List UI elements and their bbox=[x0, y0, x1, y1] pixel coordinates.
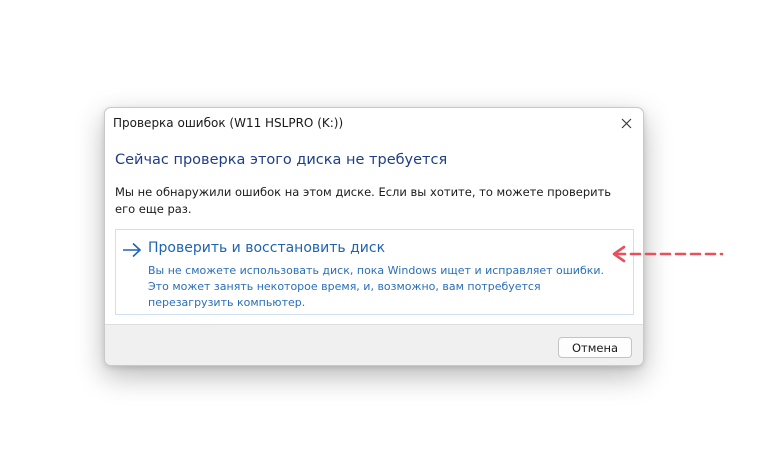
scan-and-repair-title: Проверить и восстановить диск bbox=[148, 240, 386, 256]
dashed-arrow-left-icon bbox=[612, 245, 724, 263]
dialog-footer: Отмена bbox=[105, 324, 643, 365]
screen: Проверка ошибок (W11 HSLPRO (K:)) Сейчас… bbox=[0, 0, 759, 451]
close-icon bbox=[621, 118, 631, 128]
check-disk-dialog: Проверка ошибок (W11 HSLPRO (K:)) Сейчас… bbox=[104, 107, 644, 366]
dialog-titlebar: Проверка ошибок (W11 HSLPRO (K:)) bbox=[105, 108, 643, 140]
close-button[interactable] bbox=[609, 108, 643, 138]
dialog-title: Проверка ошибок (W11 HSLPRO (K:)) bbox=[113, 116, 344, 130]
dialog-message: Мы не обнаружили ошибок на этом диске. Е… bbox=[115, 185, 612, 216]
scan-and-repair-button[interactable]: Проверить и восстановить диск Вы не смож… bbox=[115, 229, 634, 315]
dialog-heading: Сейчас проверка этого диска не требуется bbox=[115, 152, 448, 168]
cancel-button[interactable]: Отмена bbox=[558, 337, 632, 358]
scan-and-repair-description: Вы не сможете использовать диск, пока Wi… bbox=[148, 264, 605, 309]
arrow-right-icon bbox=[123, 242, 142, 258]
